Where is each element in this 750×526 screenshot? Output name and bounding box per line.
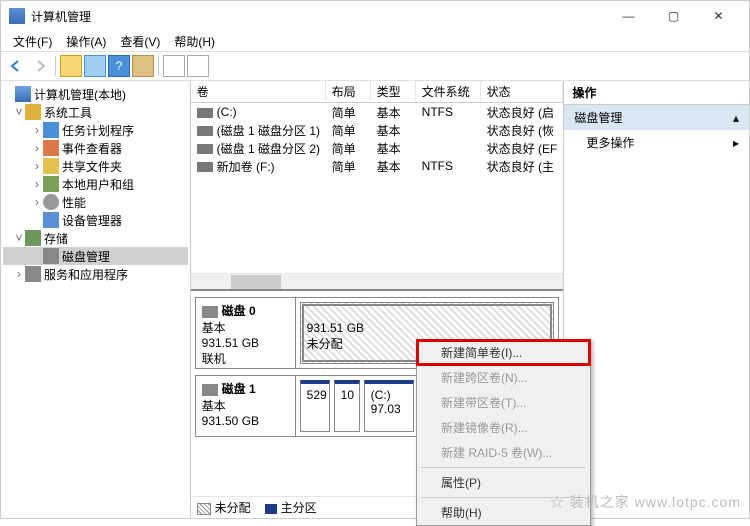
toolbar-icon-3[interactable] xyxy=(132,55,154,77)
volume-row[interactable]: (C:)简单基本NTFS状态良好 (启 xyxy=(191,103,564,121)
menu-new-spanned-volume: 新建跨区卷(N)... xyxy=(417,365,590,390)
main-content: 计算机管理(本地) ˅系统工具 ›任务计划程序 ›事件查看器 ›共享文件夹 ›本… xyxy=(1,81,749,518)
disk-icon xyxy=(202,384,218,396)
action-diskmgmt[interactable]: 磁盘管理▴ xyxy=(564,105,749,130)
tree-root[interactable]: 计算机管理(本地) xyxy=(3,85,188,103)
tree-devmgr[interactable]: 设备管理器 xyxy=(3,211,188,229)
menu-new-striped-volume: 新建带区卷(T)... xyxy=(417,390,590,415)
menu-file[interactable]: 文件(F) xyxy=(7,31,58,51)
tree-share[interactable]: ›共享文件夹 xyxy=(3,157,188,175)
menu-bar: 文件(F) 操作(A) 查看(V) 帮助(H) xyxy=(1,31,749,51)
tree-perf[interactable]: ›性能 xyxy=(3,193,188,211)
tree-systools[interactable]: ˅系统工具 xyxy=(3,103,188,121)
nav-tree[interactable]: 计算机管理(本地) ˅系统工具 ›任务计划程序 ›事件查看器 ›共享文件夹 ›本… xyxy=(1,81,191,518)
menu-view[interactable]: 查看(V) xyxy=(114,31,166,51)
tree-services[interactable]: ›服务和应用程序 xyxy=(3,265,188,283)
disk-info-1: 磁盘 1 基本 931.50 GB xyxy=(196,376,296,436)
maximize-button[interactable]: ▢ xyxy=(651,2,696,30)
partition-c[interactable]: (C:)97.03 xyxy=(364,380,414,432)
col-status[interactable]: 状态 xyxy=(481,81,564,102)
help-icon[interactable]: ? xyxy=(108,55,130,77)
menu-new-simple-volume[interactable]: 新建简单卷(I)... xyxy=(417,340,590,365)
tree-task[interactable]: ›任务计划程序 xyxy=(3,121,188,139)
col-fs[interactable]: 文件系统 xyxy=(416,81,481,102)
submenu-icon: ▸ xyxy=(733,136,739,150)
action-more[interactable]: 更多操作▸ xyxy=(564,130,749,155)
partition[interactable]: 10 xyxy=(334,380,360,432)
disk-info-0: 磁盘 0 基本 931.51 GB 联机 xyxy=(196,298,296,368)
context-menu: 新建简单卷(I)... 新建跨区卷(N)... 新建带区卷(T)... 新建镜像… xyxy=(416,339,591,526)
col-layout[interactable]: 布局 xyxy=(326,81,371,102)
toolbar: ? xyxy=(1,51,749,81)
legend-unallocated: 未分配 xyxy=(197,499,251,516)
volume-row[interactable]: (磁盘 1 磁盘分区 1)简单基本状态良好 (恢 xyxy=(191,121,564,139)
window-title: 计算机管理 xyxy=(31,8,606,25)
menu-help[interactable]: 帮助(H) xyxy=(417,500,590,525)
close-button[interactable]: ✕ xyxy=(696,2,741,30)
h-scrollbar[interactable] xyxy=(191,273,564,289)
volume-list[interactable]: (C:)简单基本NTFS状态良好 (启 (磁盘 1 磁盘分区 1)简单基本状态良… xyxy=(191,103,564,273)
app-icon xyxy=(9,8,25,24)
partition[interactable]: 529 xyxy=(300,380,330,432)
actions-pane: 操作 磁盘管理▴ 更多操作▸ xyxy=(564,81,749,518)
volume-row[interactable]: (磁盘 1 磁盘分区 2)简单基本状态良好 (EF xyxy=(191,139,564,157)
volume-header: 卷 布局 类型 文件系统 状态 xyxy=(191,81,564,103)
drive-icon xyxy=(197,108,213,118)
tree-users[interactable]: ›本地用户和组 xyxy=(3,175,188,193)
menu-action[interactable]: 操作(A) xyxy=(60,31,112,51)
drive-icon xyxy=(197,162,213,172)
col-type[interactable]: 类型 xyxy=(371,81,416,102)
legend-primary: 主分区 xyxy=(265,499,317,516)
drive-icon xyxy=(197,126,213,136)
collapse-icon: ▴ xyxy=(733,111,739,125)
drive-icon xyxy=(197,144,213,154)
menu-new-raid5-volume: 新建 RAID-5 卷(W)... xyxy=(417,440,590,465)
toolbar-icon-5[interactable] xyxy=(187,55,209,77)
menu-new-mirror-volume: 新建镜像卷(R)... xyxy=(417,415,590,440)
volume-row[interactable]: 新加卷 (F:)简单基本NTFS状态良好 (主 xyxy=(191,157,564,175)
actions-header: 操作 xyxy=(564,81,749,105)
title-bar: 计算机管理 — ▢ ✕ xyxy=(1,1,749,31)
col-volume[interactable]: 卷 xyxy=(191,81,326,102)
tree-diskmgmt[interactable]: 磁盘管理 xyxy=(3,247,188,265)
menu-properties[interactable]: 属性(P) xyxy=(417,470,590,495)
toolbar-icon-4[interactable] xyxy=(163,55,185,77)
disk-icon xyxy=(202,306,218,318)
tree-storage[interactable]: ˅存储 xyxy=(3,229,188,247)
menu-help[interactable]: 帮助(H) xyxy=(168,31,221,51)
forward-button[interactable] xyxy=(29,55,51,77)
back-button[interactable] xyxy=(5,55,27,77)
minimize-button[interactable]: — xyxy=(606,2,651,30)
toolbar-icon-2[interactable] xyxy=(84,55,106,77)
tree-event[interactable]: ›事件查看器 xyxy=(3,139,188,157)
toolbar-icon-1[interactable] xyxy=(60,55,82,77)
